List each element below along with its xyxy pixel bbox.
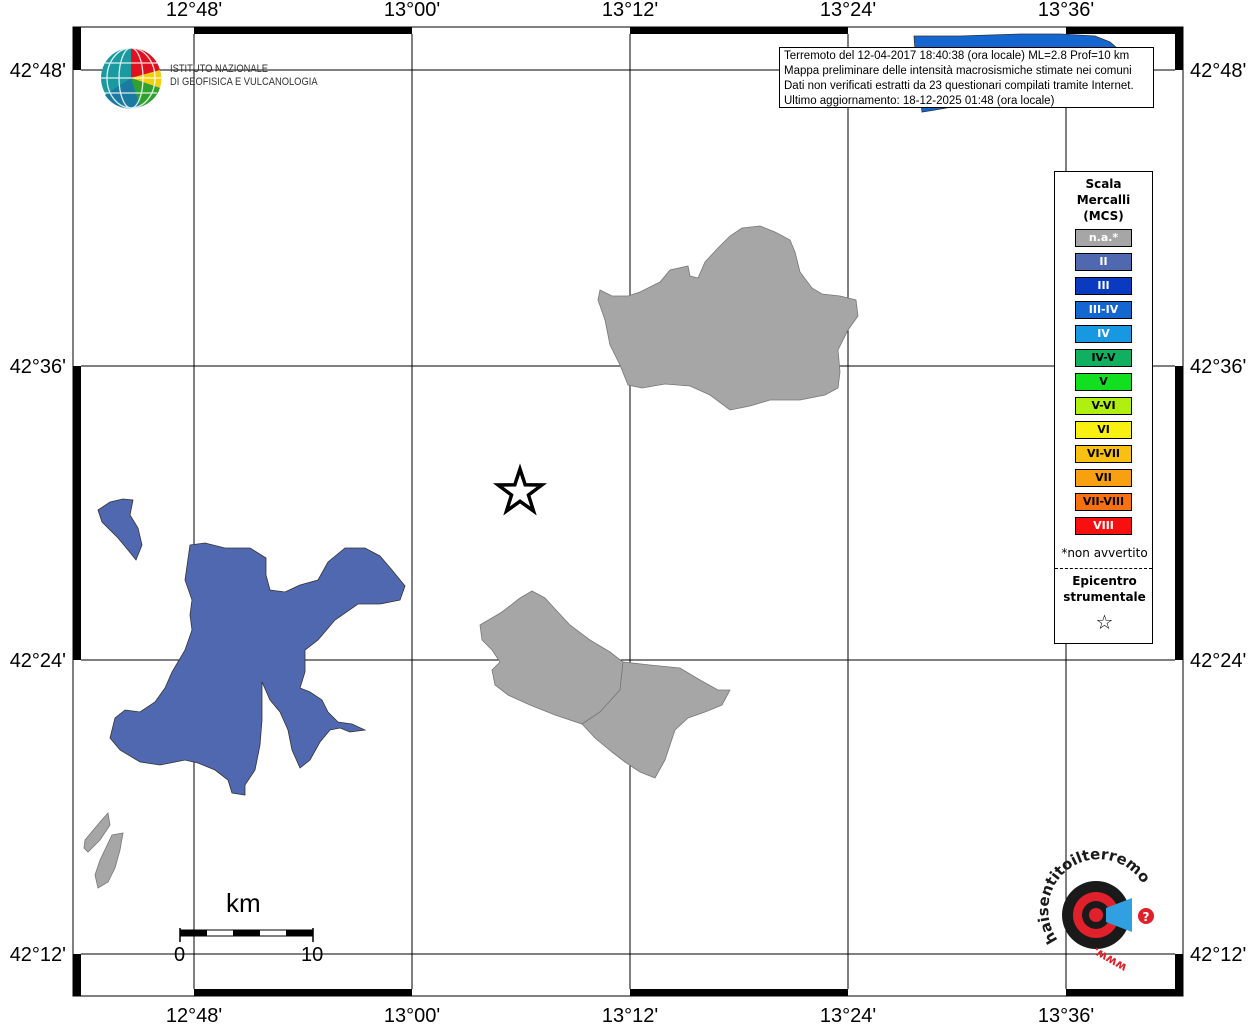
lat-label-left: 42°48': [10, 60, 66, 82]
ingv-logo-icon: [101, 47, 162, 109]
legend-item: II: [1075, 253, 1132, 271]
lat-label-right: 42°12': [1190, 944, 1246, 966]
legend-epicenter-line1: Epicentro: [1072, 574, 1137, 588]
scale-bar-title: km: [226, 888, 261, 918]
ingv-logo-line2: DI GEOFISICA E VULCANOLOGIA: [170, 76, 318, 88]
legend-title-line2: Mercalli: [1076, 193, 1131, 207]
legend-item: VI: [1075, 421, 1132, 439]
lat-labels-left: 42°48' 42°36' 42°24' 42°12': [10, 60, 66, 966]
legend-item: n.a.*: [1075, 229, 1132, 247]
lon-label-bottom: 13°24': [820, 1005, 876, 1024]
lat-label-left: 42°24': [10, 650, 66, 672]
scale-bar-start: 0: [174, 944, 186, 966]
legend-divider: [1055, 568, 1152, 569]
svg-text:?: ?: [1143, 910, 1150, 924]
lon-label-bottom: 12°48': [166, 1005, 222, 1024]
event-info-line2: Mappa preliminare delle intensità macros…: [784, 65, 1132, 77]
intensity-legend: Scala Mercalli (MCS) n.a.* II III III-IV IV I…: [1054, 171, 1153, 644]
legend-item: III-IV: [1075, 301, 1132, 319]
lon-labels-top: 12°48' 13°00' 13°12' 13°24' 13°36': [166, 0, 1094, 21]
scale-bar-end: 10: [301, 944, 324, 966]
lat-label-right: 42°36': [1190, 356, 1246, 378]
lon-label-bottom: 13°36': [1038, 1005, 1094, 1024]
legend-title-line3: (MCS): [1083, 209, 1124, 223]
legend-item: IV: [1075, 325, 1132, 343]
legend-item: VII-VIII: [1075, 493, 1132, 511]
legend-item: VIII: [1075, 517, 1132, 535]
lat-label-right: 42°48': [1190, 60, 1246, 82]
lon-label-bottom: 13°00': [384, 1005, 440, 1024]
legend-item: III: [1075, 277, 1132, 295]
lon-label-top: 13°12': [602, 0, 658, 21]
ingv-logo-line1: ISTITUTO NAZIONALE: [170, 63, 269, 75]
lat-label-right: 42°24': [1190, 650, 1246, 672]
event-info-line3: Dati non verificati estratti da 23 quest…: [784, 80, 1134, 92]
map-frame: [72, 26, 1184, 997]
legend-star-icon: ☆: [1095, 610, 1114, 634]
legend-item: VII: [1075, 469, 1132, 487]
legend-item: IV-V: [1075, 349, 1132, 367]
lon-label-top: 13°36': [1038, 0, 1094, 21]
lon-label-top: 13°24': [820, 0, 876, 21]
legend-epicenter-line2: strumentale: [1063, 590, 1146, 604]
ingv-logo-text: ISTITUTO NAZIONALE DI GEOFISICA E VULCAN…: [170, 63, 318, 89]
lon-label-top: 12°48': [166, 0, 222, 21]
lat-label-left: 42°36': [10, 356, 66, 378]
event-info-box: Terremoto del 12-04-2017 18:40:38 (ora l…: [779, 47, 1154, 108]
lon-label-top: 13°00': [384, 0, 440, 21]
lon-labels-bottom: 12°48' 13°00' 13°12' 13°24' 13°36': [166, 1005, 1094, 1024]
lat-labels-right: 42°48' 42°36' 42°24' 42°12': [1190, 60, 1246, 966]
legend-note: *non avvertito: [1061, 546, 1148, 560]
legend-title-line1: Scala: [1085, 177, 1122, 191]
lat-label-left: 42°12': [10, 944, 66, 966]
event-info-line4: Ultimo aggiornamento: 18-12-2025 01:48 (…: [784, 95, 1055, 107]
legend-item: VI-VII: [1075, 445, 1132, 463]
legend-item: V-VI: [1075, 397, 1132, 415]
legend-title: Scala Mercalli (MCS): [1055, 176, 1152, 224]
legend-epicenter-label: Epicentro strumentale: [1055, 573, 1154, 605]
lon-label-bottom: 13°12': [602, 1005, 658, 1024]
legend-item: V: [1075, 373, 1132, 391]
event-info-line1: Terremoto del 12-04-2017 18:40:38 (ora l…: [784, 50, 1130, 62]
